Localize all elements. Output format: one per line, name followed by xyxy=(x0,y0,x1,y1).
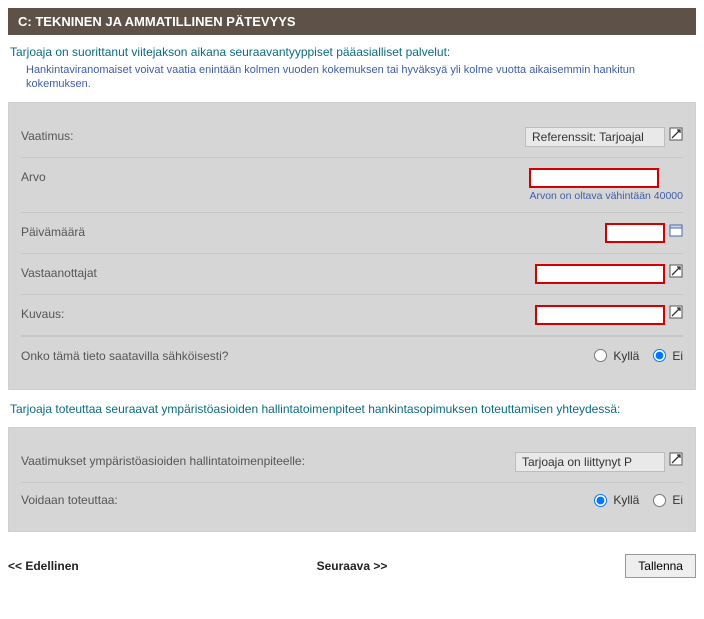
expand-icon[interactable] xyxy=(669,127,683,141)
eavail-no-label: Ei xyxy=(672,349,683,363)
footer-nav: << Edellinen Seuraava >> Tallenna xyxy=(8,554,696,578)
panel-references: Vaatimus: Referenssit: Tarjoajal Arvo Ar… xyxy=(8,102,696,390)
section-title: C: TEKNINEN JA AMMATILLINEN PÄTEVYYS xyxy=(18,14,296,29)
voidaan-yes-label: Kyllä xyxy=(613,493,639,507)
row-paivamaara: Päivämäärä xyxy=(21,213,683,254)
row-env-vaatimukset: Vaatimukset ympäristöasioiden hallintato… xyxy=(21,442,683,483)
row-kuvaus: Kuvaus: xyxy=(21,295,683,336)
label-vastaanottajat: Vastaanottajat xyxy=(21,264,301,280)
label-kuvaus: Kuvaus: xyxy=(21,305,301,321)
next-link[interactable]: Seuraava >> xyxy=(317,559,388,573)
section2-title: Tarjoaja toteuttaa seuraavat ympäristöas… xyxy=(10,402,694,418)
row-eavail: Onko tämä tieto saatavilla sähköisesti? … xyxy=(21,336,683,375)
label-eavail: Onko tämä tieto saatavilla sähköisesti? xyxy=(21,349,564,363)
label-vaatimus: Vaatimus: xyxy=(21,127,301,143)
kuvaus-input[interactable] xyxy=(535,305,665,325)
vastaanottajat-input[interactable] xyxy=(535,264,665,284)
prev-link[interactable]: << Edellinen xyxy=(8,559,79,573)
save-button[interactable]: Tallenna xyxy=(625,554,696,578)
row-arvo: Arvo Arvon on oltava vähintään 40000 xyxy=(21,158,683,213)
expand-icon[interactable] xyxy=(669,452,683,466)
label-arvo: Arvo xyxy=(21,168,301,184)
arvo-input[interactable] xyxy=(529,168,659,188)
paivamaara-input[interactable] xyxy=(605,223,665,243)
label-env-vaatimukset: Vaatimukset ympäristöasioiden hallintato… xyxy=(21,452,361,468)
label-paivamaara: Päivämäärä xyxy=(21,223,301,239)
expand-icon[interactable] xyxy=(669,264,683,278)
arvo-hint: Arvon on oltava vähintään 40000 xyxy=(529,190,683,202)
row-vastaanottajat: Vastaanottajat xyxy=(21,254,683,295)
voidaan-no-label: Ei xyxy=(672,493,683,507)
expand-icon[interactable] xyxy=(669,305,683,319)
env-vaatimukset-value: Tarjoaja on liittynyt P xyxy=(515,452,665,472)
eavail-no-radio[interactable] xyxy=(653,349,666,362)
eavail-yes-label: Kyllä xyxy=(613,349,639,363)
panel-env: Vaatimukset ympäristöasioiden hallintato… xyxy=(8,427,696,532)
voidaan-yes-radio[interactable] xyxy=(594,494,607,507)
row-voidaan: Voidaan toteuttaa: Kyllä Ei xyxy=(21,483,683,517)
eavail-yes-radio[interactable] xyxy=(594,349,607,362)
voidaan-no-radio[interactable] xyxy=(653,494,666,507)
vaatimus-value: Referenssit: Tarjoajal xyxy=(525,127,665,147)
row-vaatimus: Vaatimus: Referenssit: Tarjoajal xyxy=(21,117,683,158)
intro-subtext: Hankintaviranomaiset voivat vaatia enint… xyxy=(26,63,694,92)
calendar-icon[interactable] xyxy=(669,223,683,237)
intro-text: Tarjoaja on suorittanut viitejakson aika… xyxy=(10,45,694,59)
label-voidaan: Voidaan toteuttaa: xyxy=(21,493,564,507)
section-header: C: TEKNINEN JA AMMATILLINEN PÄTEVYYS xyxy=(8,8,696,35)
